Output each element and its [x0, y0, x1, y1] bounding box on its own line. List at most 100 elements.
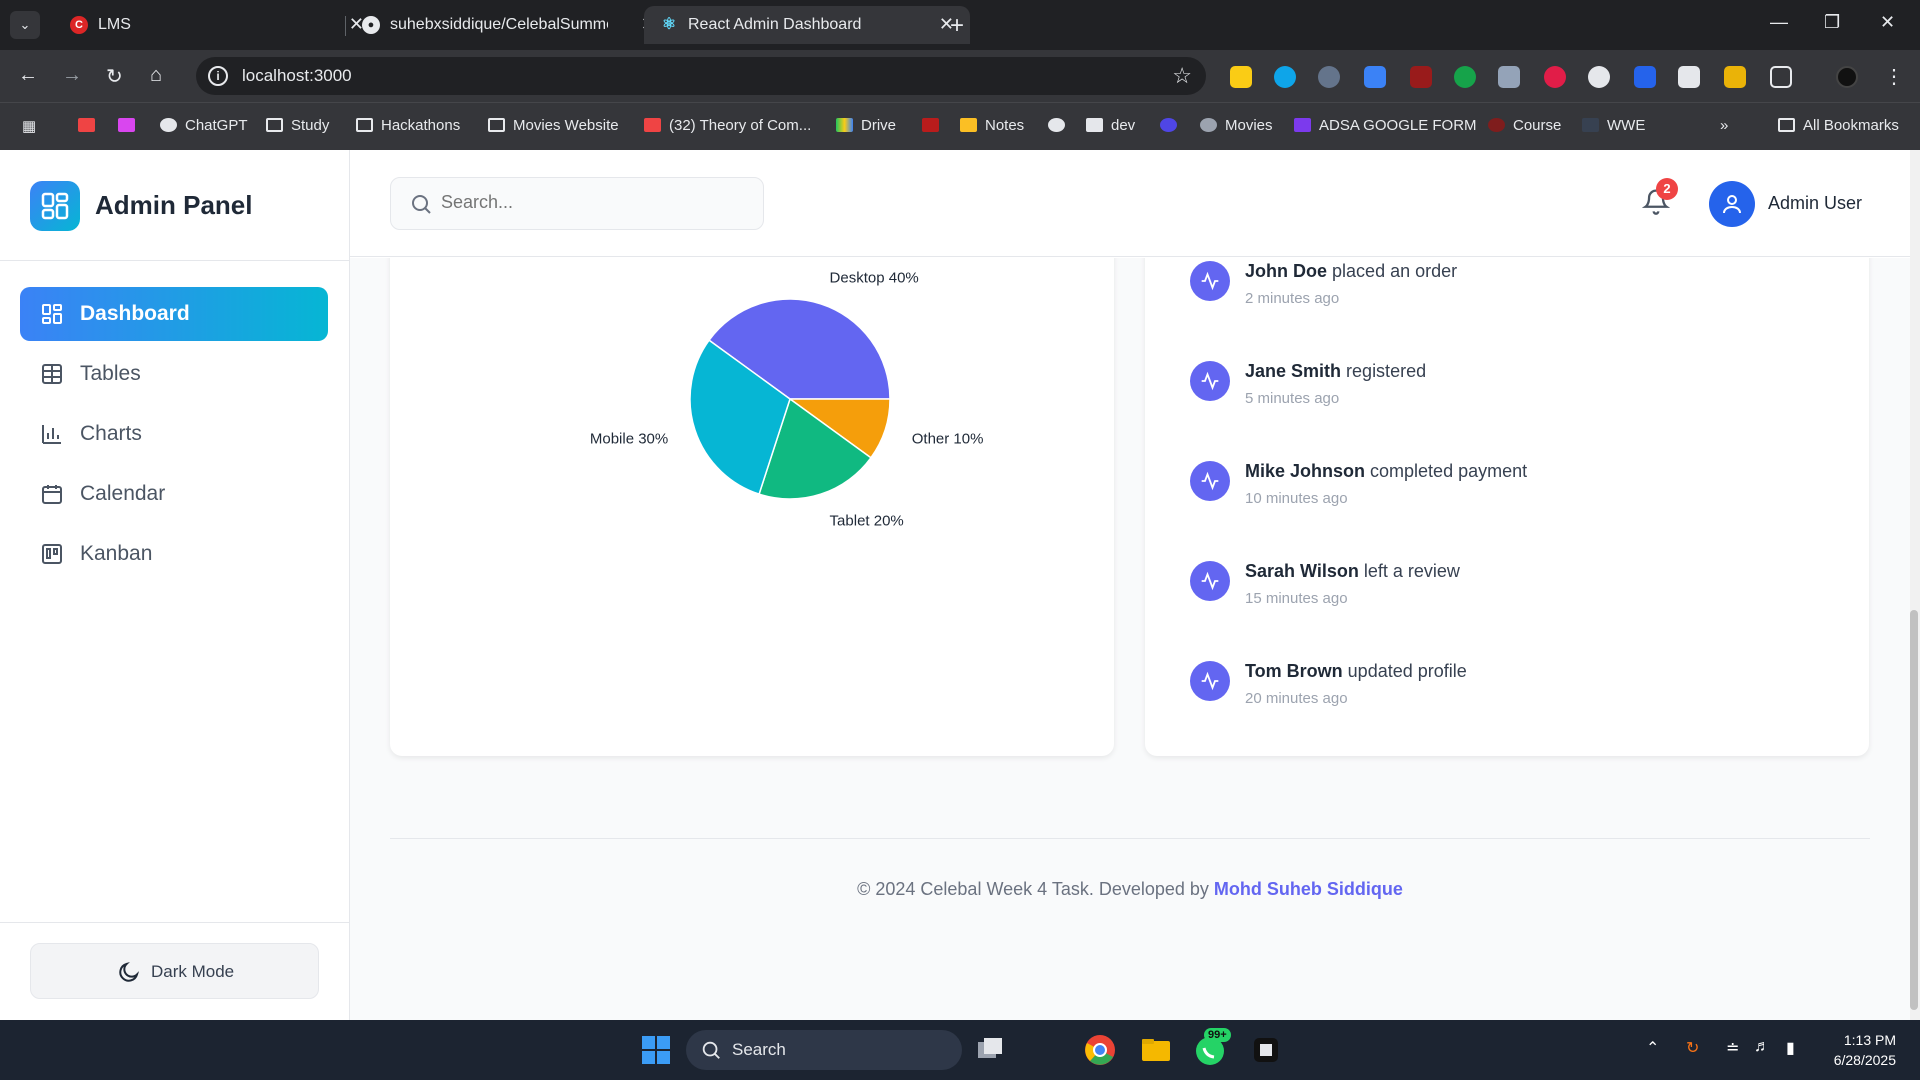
bookmark-wwe[interactable]: WWE [1582, 117, 1645, 134]
bookmark-label: All Bookmarks [1803, 117, 1899, 134]
bookmark-hex[interactable] [1160, 117, 1185, 134]
author-link[interactable]: Mohd Suheb Siddique [1214, 879, 1403, 899]
search-input[interactable] [441, 192, 741, 213]
ublock-icon[interactable] [1410, 66, 1432, 88]
close-window-icon[interactable]: ✕ [1880, 12, 1895, 33]
address-bar[interactable]: i localhost:3000 ☆ [196, 57, 1206, 95]
bookmark-dev[interactable]: dev [1086, 117, 1135, 134]
tab-react-admin[interactable]: ⚛ React Admin Dashboard ✕ [644, 6, 970, 44]
download-icon[interactable] [1678, 66, 1700, 88]
extension-icon[interactable] [1498, 66, 1520, 88]
home-icon[interactable]: ⌂ [150, 64, 162, 87]
tab-lms[interactable]: C LMS ✕ [54, 6, 380, 44]
chrome-icon[interactable] [1082, 1032, 1118, 1068]
bookmark-red[interactable] [922, 117, 947, 134]
bookmark-adsa-form[interactable]: ADSA GOOGLE FORM [1294, 117, 1477, 134]
brand: Admin Panel [0, 150, 349, 261]
sidebar-item-charts[interactable]: Charts [20, 407, 328, 461]
new-tab-button[interactable]: + [950, 12, 964, 40]
dark-mode-button[interactable]: Dark Mode [30, 943, 319, 999]
tab-search-button[interactable]: ⌄ [10, 11, 40, 39]
activity-icon [1190, 561, 1230, 601]
sidebar-item-dashboard[interactable]: Dashboard [20, 287, 328, 341]
volume-icon[interactable]: ♬ [1754, 1038, 1770, 1056]
avatar[interactable] [1709, 181, 1755, 227]
user-name[interactable]: Admin User [1768, 193, 1862, 214]
bookmark-chatgpt[interactable]: ChatGPT [160, 117, 248, 134]
back-icon[interactable]: ← [18, 64, 38, 87]
sync-icon[interactable]: ↻ [1686, 1038, 1699, 1058]
activity-text: Jane Smith registered [1245, 361, 1426, 382]
extension-icon[interactable] [1230, 66, 1252, 88]
extension-icon[interactable] [1544, 66, 1566, 88]
activity-text: Mike Johnson completed payment [1245, 461, 1527, 482]
bookmark-label: (32) Theory of Com... [669, 117, 812, 134]
battery-icon[interactable]: ▮ [1786, 1038, 1795, 1058]
sidebar-item-tables[interactable]: Tables [20, 347, 328, 401]
search-icon [702, 1041, 720, 1059]
bookmark-course[interactable]: Course [1488, 117, 1561, 134]
minimize-icon[interactable]: — [1770, 12, 1788, 33]
app-icon[interactable] [1248, 1032, 1284, 1068]
bookmark-notes[interactable]: Notes [960, 117, 1024, 134]
activity-time: 20 minutes ago [1245, 690, 1348, 707]
file-explorer-icon[interactable] [1138, 1032, 1174, 1068]
restore-icon[interactable]: ❐ [1824, 12, 1840, 33]
bookmark-label: dev [1111, 117, 1136, 134]
more-bookmarks-icon[interactable]: » [1720, 117, 1728, 134]
activity-text: John Doe placed an order [1245, 261, 1457, 282]
bookmark-speed[interactable] [1048, 117, 1073, 134]
sidebar-item-label: Tables [80, 362, 141, 385]
puzzle-extensions-icon[interactable] [1770, 66, 1792, 88]
profile-avatar-icon[interactable] [1836, 66, 1858, 88]
bookmark-study[interactable]: Study [266, 117, 329, 134]
extension-icon[interactable] [1364, 66, 1386, 88]
bookmark-movies-website[interactable]: Movies Website [488, 117, 619, 134]
forward-icon[interactable]: → [62, 64, 82, 87]
bookmark-youtube[interactable] [78, 117, 103, 134]
search-box[interactable] [390, 177, 764, 230]
extension-icon[interactable] [1634, 66, 1656, 88]
activity-action: updated profile [1347, 661, 1467, 681]
footer: © 2024 Celebal Week 4 Task. Developed by… [350, 879, 1910, 900]
activity-icon [1190, 261, 1230, 301]
extension-icon[interactable] [1318, 66, 1340, 88]
activity-time: 5 minutes ago [1245, 390, 1340, 407]
scrollbar-thumb[interactable] [1910, 610, 1918, 1010]
all-bookmarks[interactable]: All Bookmarks [1778, 117, 1899, 134]
windows-start-icon[interactable] [638, 1032, 674, 1068]
extension-icon[interactable] [1588, 66, 1610, 88]
browser-menu-icon[interactable]: ⋮ [1884, 64, 1904, 89]
clock-time: 1:13 PM [1843, 1032, 1896, 1048]
extension-icon[interactable] [1724, 66, 1746, 88]
tray-overflow-icon[interactable]: ⌃ [1646, 1038, 1659, 1058]
extension-icon[interactable] [1274, 66, 1296, 88]
tab-github[interactable]: ● suhebxsiddique/CelebalSumme ✕ [346, 6, 672, 44]
dashboard-icon [42, 304, 62, 324]
bookmark-star-icon[interactable]: ☆ [1172, 63, 1192, 89]
activity-icon [1190, 661, 1230, 701]
sidebar-item-label: Dashboard [80, 302, 190, 325]
site-info-icon[interactable]: i [208, 66, 228, 86]
bookmark-label: Course [1513, 117, 1562, 134]
page-scrollbar[interactable] [1910, 150, 1920, 1020]
footer-divider [390, 838, 1870, 839]
activity-text: Sarah Wilson left a review [1245, 561, 1460, 582]
wifi-icon[interactable]: ≐ [1726, 1038, 1739, 1058]
task-view-icon[interactable] [972, 1032, 1008, 1068]
extension-icon[interactable] [1454, 66, 1476, 88]
bookmark-theory[interactable]: (32) Theory of Com... [644, 117, 811, 134]
reload-icon[interactable]: ↻ [106, 64, 123, 89]
sidebar-item-kanban[interactable]: Kanban [20, 527, 328, 581]
bookmark-label: ADSA GOOGLE FORM [1319, 117, 1477, 134]
taskbar-clock[interactable]: 1:13 PM 6/28/2025 [1834, 1030, 1896, 1070]
bookmark-m[interactable] [118, 117, 143, 134]
sidebar-item-calendar[interactable]: Calendar [20, 467, 328, 521]
bookmark-label: ChatGPT [185, 117, 248, 134]
bookmark-hackathons[interactable]: Hackathons [356, 117, 460, 134]
bookmark-movies[interactable]: Movies [1200, 117, 1273, 134]
taskbar-search[interactable]: Search [686, 1030, 962, 1070]
bookmark-label: Movies Website [513, 117, 619, 134]
bookmark-drive[interactable]: Drive [836, 117, 896, 134]
apps-grid-icon[interactable]: ▦ [22, 117, 36, 135]
